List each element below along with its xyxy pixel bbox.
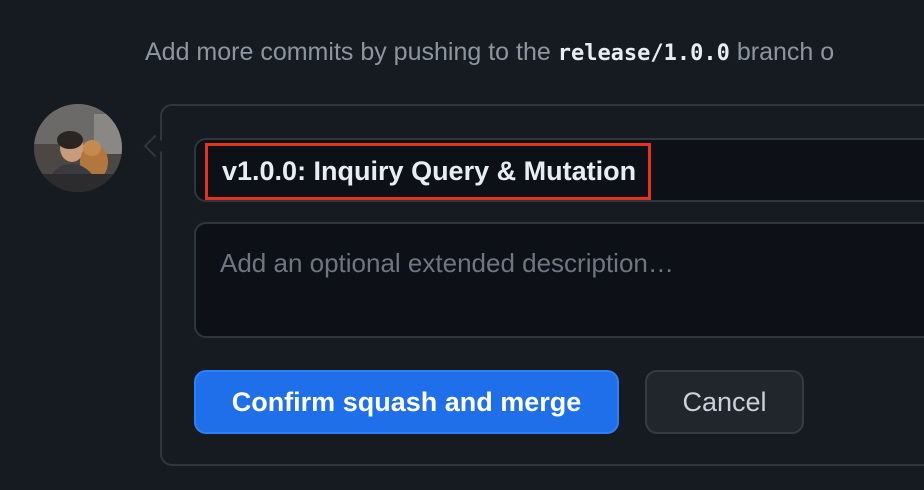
extended-description-textarea[interactable]: Add an optional extended description… — [194, 222, 924, 338]
confirm-squash-merge-button[interactable]: Confirm squash and merge — [194, 370, 619, 434]
avatar[interactable] — [34, 104, 122, 192]
user-avatar-photo-icon — [34, 104, 122, 192]
hint-suffix: branch o — [729, 38, 835, 66]
merge-hint-text: Add more commits by pushing to the relea… — [145, 32, 834, 74]
cancel-button[interactable]: Cancel — [645, 370, 804, 434]
commit-title-value[interactable]: v1.0.0: Inquiry Query & Mutation — [205, 143, 652, 200]
hint-prefix: Add more commits by pushing to the — [145, 38, 558, 66]
branch-name: release/1.0.0 — [557, 41, 730, 66]
